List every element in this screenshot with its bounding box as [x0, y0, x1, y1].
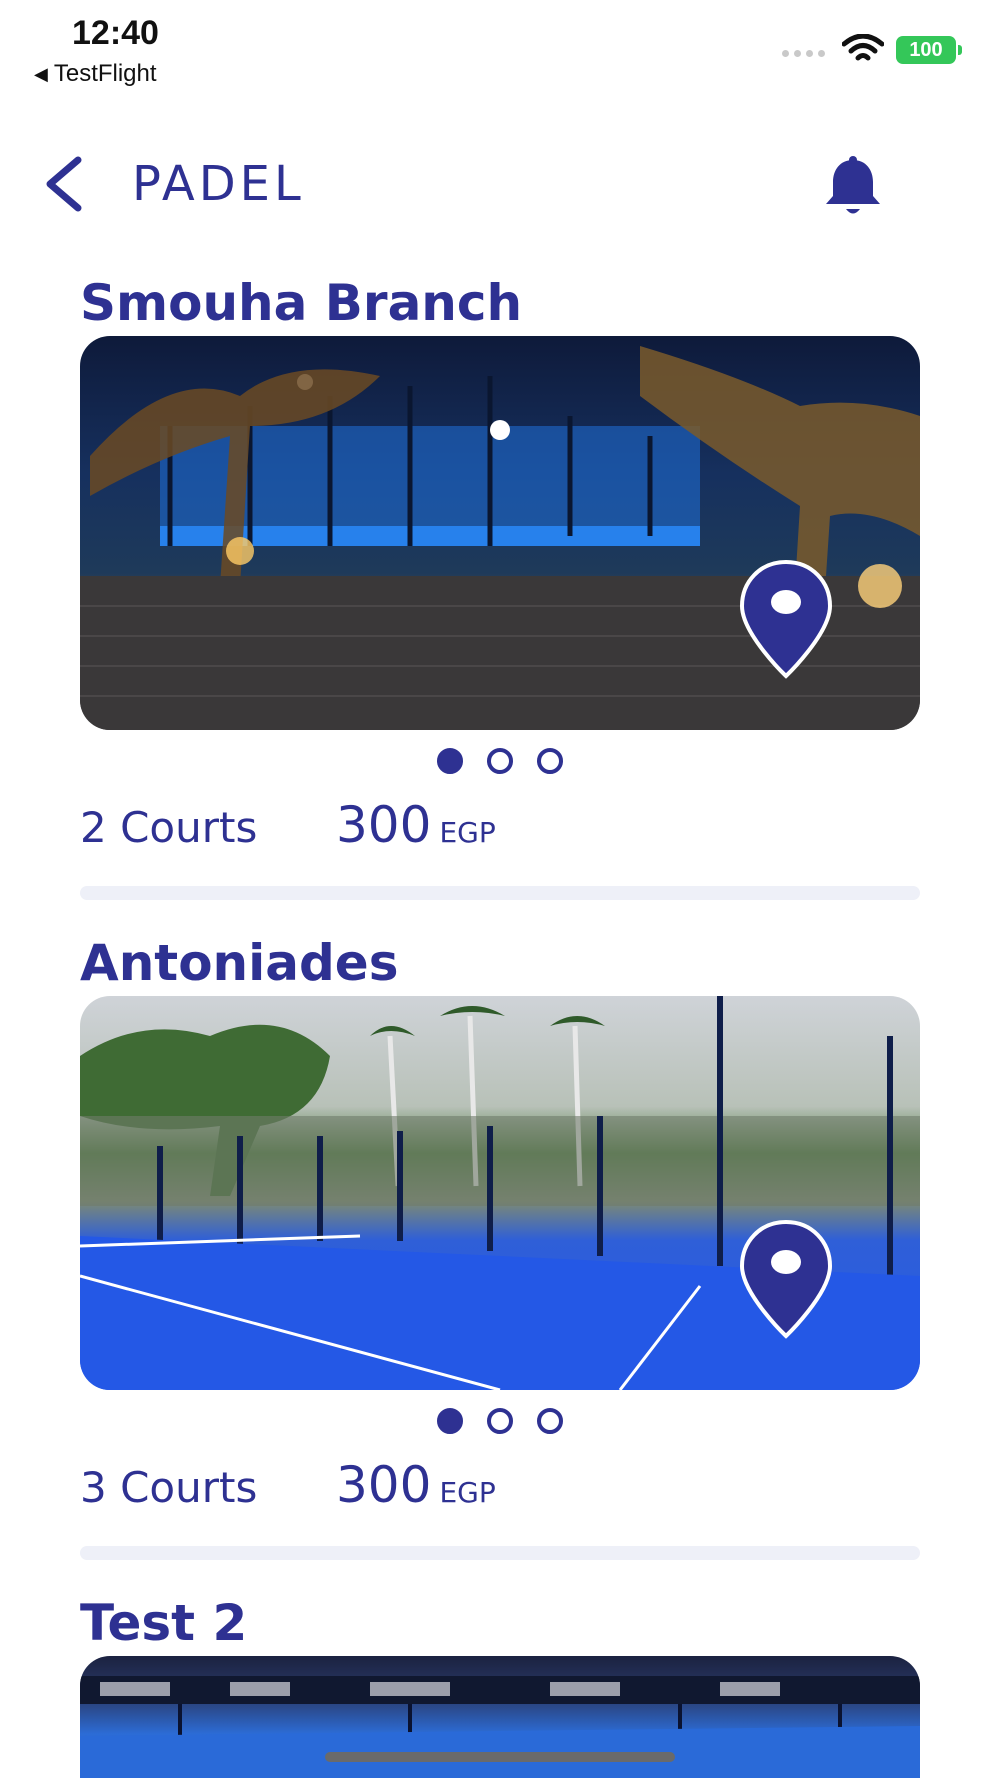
app-header: PADEL: [0, 140, 1000, 230]
map-pin-icon[interactable]: [736, 558, 836, 682]
carousel-dot-3[interactable]: [537, 748, 563, 774]
price-value: 300: [336, 796, 432, 854]
price-value: 300: [336, 1456, 432, 1514]
branch-card-test-2[interactable]: Test 2: [80, 1590, 920, 1778]
status-bar: 12:40 ◀ TestFlight 100: [0, 0, 1000, 100]
branch-name: Antoniades: [80, 934, 399, 992]
back-to-app-label: TestFlight: [53, 60, 157, 87]
price-currency: EGP: [439, 816, 496, 849]
photo-carousel-dots: [80, 1408, 920, 1434]
status-time: 12:40: [72, 14, 159, 52]
branch-info: 3 Courts 300 EGP: [80, 1456, 920, 1516]
carousel-dot-2[interactable]: [487, 748, 513, 774]
page-title: PADEL: [132, 156, 305, 212]
courts-count: 2 Courts: [80, 803, 258, 852]
map-pin-icon[interactable]: [736, 1218, 836, 1342]
carousel-dot-1[interactable]: [437, 1408, 463, 1434]
price-currency: EGP: [439, 1476, 496, 1509]
back-chevron-icon[interactable]: [40, 154, 90, 214]
courts-count: 3 Courts: [80, 1463, 258, 1512]
wifi-icon: [842, 34, 884, 61]
branch-name: Smouha Branch: [80, 274, 523, 332]
carousel-dot-2[interactable]: [487, 1408, 513, 1434]
carousel-dot-3[interactable]: [537, 1408, 563, 1434]
branch-card-antoniades[interactable]: Antoniades 3 Courts 300 EGP: [80, 930, 920, 1560]
cellular-signal-icon: [782, 50, 825, 57]
back-to-app-link[interactable]: ◀ TestFlight: [34, 60, 157, 88]
battery-indicator: 100: [896, 36, 962, 64]
branch-photo[interactable]: [80, 996, 920, 1390]
bell-icon[interactable]: [818, 154, 888, 224]
carousel-dot-1[interactable]: [437, 748, 463, 774]
branch-name: Test 2: [80, 1594, 248, 1652]
branch-card-smouha[interactable]: Smouha Branch 2 Courts 300 EGP: [80, 270, 920, 900]
branch-photo[interactable]: [80, 336, 920, 730]
section-divider: [80, 1546, 920, 1560]
back-triangle-icon: ◀: [34, 63, 48, 84]
home-indicator: [325, 1752, 675, 1762]
section-divider: [80, 886, 920, 900]
photo-carousel-dots: [80, 748, 920, 774]
branch-info: 2 Courts 300 EGP: [80, 796, 920, 856]
